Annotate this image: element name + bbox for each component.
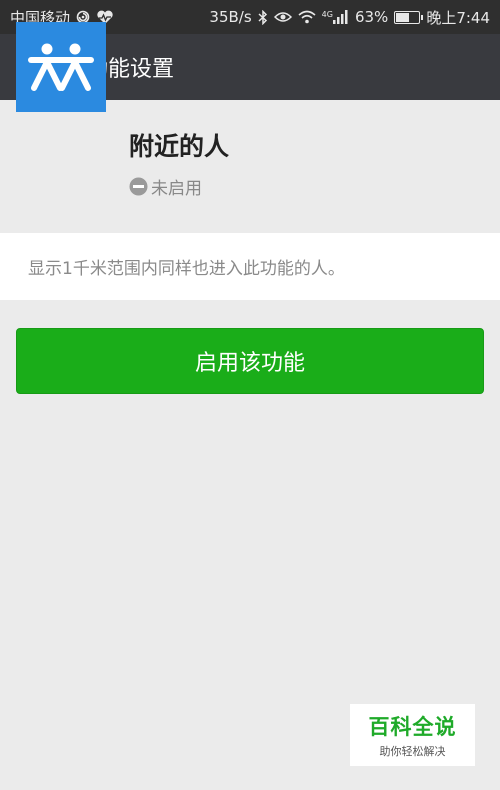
watermark-title: 百科全说 [368, 715, 457, 739]
status-bar-right: 35B/s 4G 63% 晚上7:44 [209, 7, 490, 28]
feature-name: 附近的人 [129, 132, 230, 161]
feature-status-label: 未启用 [151, 179, 202, 199]
enable-feature-label: 启用该功能 [194, 351, 305, 376]
people-nearby-icon [16, 22, 106, 112]
feature-status: 未启用 [129, 174, 202, 199]
enable-feature-button[interactable]: 启用该功能 [16, 328, 484, 394]
battery-fill [396, 12, 410, 22]
watermark-subtitle: 助你轻松解决 [379, 745, 446, 758]
feature-description: 显示1千米范围内同样也进入此功能的人。 [28, 259, 345, 279]
battery-icon [394, 10, 424, 24]
bluetooth-icon [258, 9, 268, 25]
disabled-icon [129, 177, 148, 196]
network-speed: 35B/s [209, 8, 252, 26]
feature-header [0, 100, 500, 233]
wifi-icon [298, 10, 316, 24]
signal-icon: 4G [322, 10, 349, 24]
clock: 晚上7:44 [426, 8, 490, 27]
battery-percent: 63% [354, 8, 389, 26]
eye-icon [273, 11, 292, 23]
description-panel: 显示1千米范围内同样也进入此功能的人。 [0, 233, 500, 300]
network-type: 4G [321, 10, 333, 19]
watermark-logo: 百科全说 助你轻松解决 [350, 704, 475, 766]
